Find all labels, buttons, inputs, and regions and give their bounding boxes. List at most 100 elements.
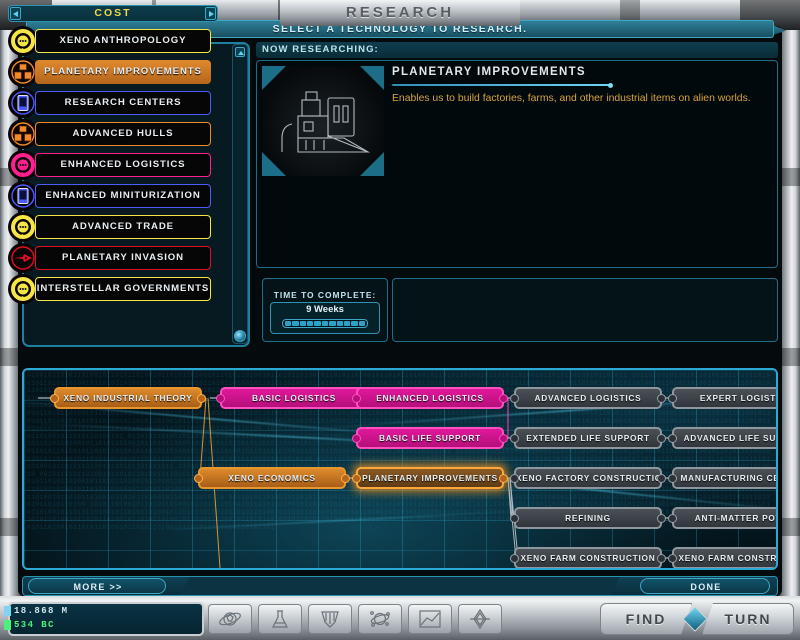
military-shield-icon[interactable]	[308, 604, 352, 634]
tree-node-port-in[interactable]	[668, 394, 677, 403]
tree-node-port-in[interactable]	[668, 474, 677, 483]
technology-tree[interactable]: 0100101101011010010110101101001011010110…	[22, 368, 778, 570]
tree-node-label: REFINING	[565, 513, 611, 523]
future-techs-panel	[392, 278, 778, 342]
tech-list-item-0[interactable]: XENO ANTHROPOLOGY	[8, 26, 214, 56]
tree-node-xec[interactable]: XENO ECONOMICS	[198, 467, 346, 489]
tree-node-ref[interactable]: REFINING	[514, 507, 662, 529]
invasion-ship-icon	[8, 243, 38, 273]
progress-segment	[314, 321, 320, 326]
more-button[interactable]: MORE >>	[28, 578, 166, 594]
tech-item-label: XENO ANTHROPOLOGY	[35, 29, 211, 53]
tech-list-item-7[interactable]: PLANETARY INVASION	[8, 243, 214, 273]
tree-node-port-out[interactable]	[657, 554, 666, 563]
cost-header-label: COST	[8, 5, 218, 22]
scroll-up-button[interactable]	[235, 47, 245, 57]
done-button[interactable]: DONE	[640, 578, 770, 594]
tech-list-item-2[interactable]: RESEARCH CENTERS	[8, 88, 214, 118]
tree-node-port-out[interactable]	[657, 514, 666, 523]
tree-node-port-out[interactable]	[197, 394, 206, 403]
tree-node-blog[interactable]: BASIC LOGISTICS	[220, 387, 368, 409]
tree-node-elog[interactable]: ENHANCED LOGISTICS	[356, 387, 504, 409]
action-bar-center	[180, 577, 620, 595]
tech-item-label: ADVANCED TRADE	[35, 215, 211, 239]
tree-node-xfarm2[interactable]: XENO FARM CONSTRUCTION	[672, 547, 778, 569]
ship-design-icon[interactable]	[458, 604, 502, 634]
tree-node-xfarm[interactable]: XENO FARM CONSTRUCTION	[514, 547, 662, 569]
tree-node-label: BASIC LOGISTICS	[252, 393, 336, 403]
tree-node-label: BASIC LIFE SUPPORT	[379, 433, 481, 443]
progress-segment	[329, 321, 335, 326]
tree-node-port-out[interactable]	[657, 474, 666, 483]
tree-node-port-in[interactable]	[352, 474, 361, 483]
cost-next-button[interactable]	[205, 7, 216, 20]
progress-segment	[307, 321, 313, 326]
tree-node-port-out[interactable]	[657, 434, 666, 443]
tech-list-scrollbar[interactable]	[232, 44, 248, 344]
tech-list-item-4[interactable]: ENHANCED LOGISTICS	[8, 150, 214, 180]
tree-node-port-in[interactable]	[194, 474, 203, 483]
more-button-label: MORE >>	[29, 579, 167, 595]
progress-segment	[359, 321, 365, 326]
tree-node-pimp[interactable]: PLANETARY IMPROVEMENTS	[356, 467, 504, 489]
tree-node-alog[interactable]: ADVANCED LOGISTICS	[514, 387, 662, 409]
tech-item-label: ADVANCED HULLS	[35, 122, 211, 146]
tree-node-label: XENO FACTORY CONSTRUCTION	[516, 473, 660, 483]
tech-item-label: PLANETARY INVASION	[35, 246, 211, 270]
tree-node-xfc[interactable]: XENO FACTORY CONSTRUCTION	[514, 467, 662, 489]
speech-bubble-icon	[8, 212, 38, 242]
tech-list-item-3[interactable]: ADVANCED HULLS	[8, 119, 214, 149]
tech-list-item-5[interactable]: ENHANCED MINITURIZATION	[8, 181, 214, 211]
tree-node-port-in[interactable]	[510, 554, 519, 563]
tree-node-label: XENO ECONOMICS	[228, 473, 316, 483]
tree-node-port-out[interactable]	[341, 474, 350, 483]
research-description: Enables us to build factories, farms, an…	[392, 92, 764, 106]
tree-node-port-out[interactable]	[499, 474, 508, 483]
statistics-chart-icon[interactable]	[408, 604, 452, 634]
tree-node-xit[interactable]: XENO INDUSTRIAL THEORY	[54, 387, 202, 409]
tree-node-els[interactable]: EXTENDED LIFE SUPPORT	[514, 427, 662, 449]
tree-node-mfc[interactable]: MANUFACTURING CENTERS	[672, 467, 778, 489]
colonies-planets-icon[interactable]	[358, 604, 402, 634]
tree-node-port-in[interactable]	[668, 514, 677, 523]
tech-list-item-6[interactable]: ADVANCED TRADE	[8, 212, 214, 242]
tech-list-item-8[interactable]: INTERSTELLAR GOVERNMENTS	[8, 274, 214, 304]
research-flask-icon[interactable]	[258, 604, 302, 634]
tech-item-label: RESEARCH CENTERS	[35, 91, 211, 115]
tree-node-bls[interactable]: BASIC LIFE SUPPORT	[356, 427, 504, 449]
tree-node-port-in[interactable]	[510, 434, 519, 443]
tech-item-label: INTERSTELLAR GOVERNMENTS	[35, 277, 211, 301]
cost-prev-button[interactable]	[10, 7, 21, 20]
tree-node-port-in[interactable]	[510, 514, 519, 523]
tree-node-port-in[interactable]	[668, 554, 677, 563]
galaxy-map-icon[interactable]	[208, 604, 252, 634]
progress-segment	[285, 321, 291, 326]
progress-segment	[344, 321, 350, 326]
tree-node-port-in[interactable]	[510, 474, 519, 483]
resource-value-credits: 534 BC	[14, 618, 55, 632]
tree-node-port-in[interactable]	[216, 394, 225, 403]
tree-node-port-out[interactable]	[499, 434, 508, 443]
tech-item-label: PLANETARY IMPROVEMENTS	[35, 60, 211, 84]
tablet-icon	[8, 88, 38, 118]
tree-node-amp[interactable]: ANTI-MATTER POWER	[672, 507, 778, 529]
tree-node-port-in[interactable]	[510, 394, 519, 403]
tech-list-item-1[interactable]: PLANETARY IMPROVEMENTS	[8, 57, 214, 87]
turn-button[interactable]: TURN	[702, 603, 794, 635]
tree-node-port-out[interactable]	[499, 394, 508, 403]
tree-node-label: MANUFACTURING CENTERS	[681, 473, 779, 483]
tree-node-xlog[interactable]: EXPERT LOGISTICS	[672, 387, 778, 409]
factory-blocks-icon	[8, 119, 38, 149]
tree-node-port-in[interactable]	[352, 394, 361, 403]
tree-node-port-in[interactable]	[50, 394, 59, 403]
tree-node-port-in[interactable]	[352, 434, 361, 443]
factory-blocks-icon	[8, 57, 38, 87]
find-button[interactable]: FIND	[600, 603, 692, 635]
tree-node-als[interactable]: ADVANCED LIFE SUPPORT	[672, 427, 778, 449]
scroll-thumb[interactable]	[234, 330, 246, 342]
tree-node-port-out[interactable]	[657, 394, 666, 403]
research-progress-bar	[282, 319, 368, 328]
tree-node-port-in[interactable]	[668, 434, 677, 443]
research-tech-name: PLANETARY IMPROVEMENTS	[392, 66, 772, 78]
tree-node-label: ANTI-MATTER POWER	[695, 513, 778, 523]
